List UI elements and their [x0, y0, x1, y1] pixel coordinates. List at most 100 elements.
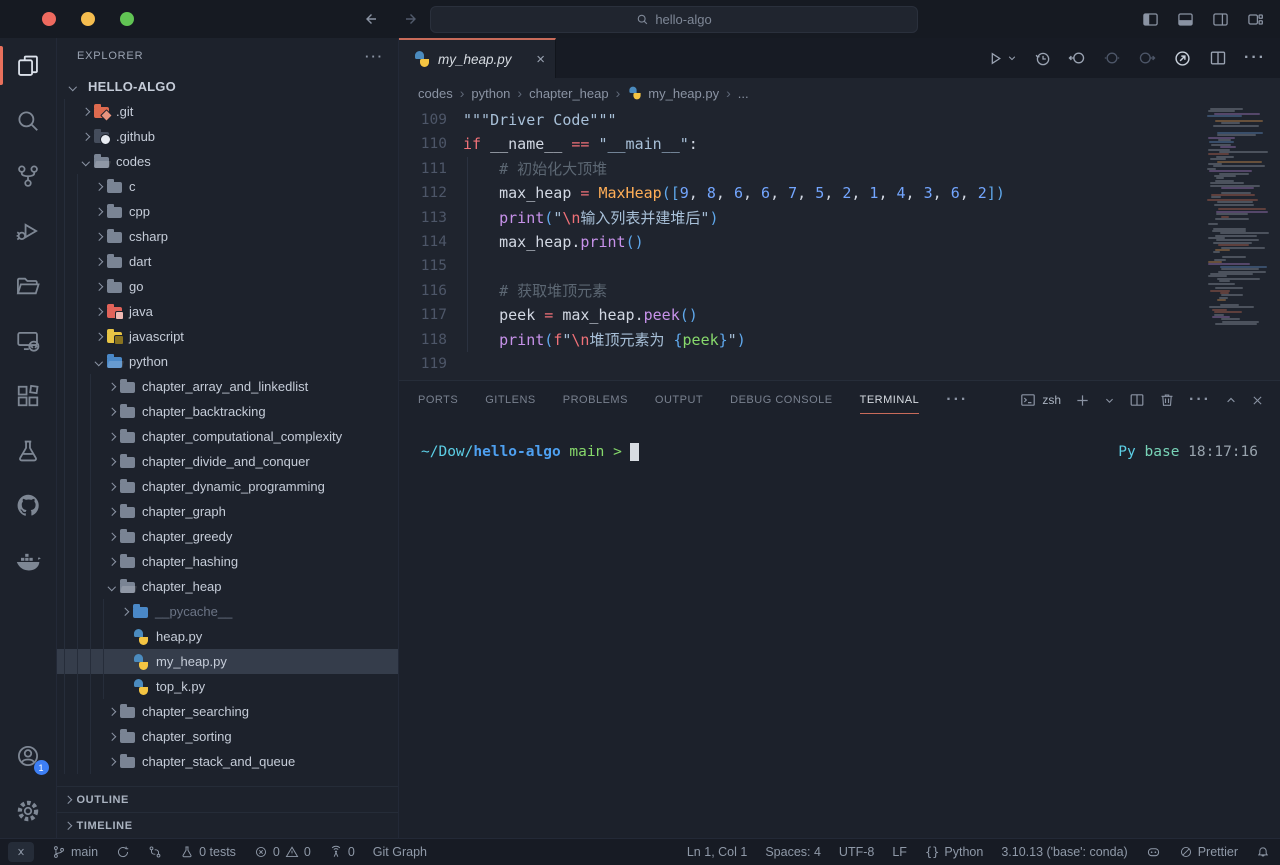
tree-item-chapter_heap[interactable]: chapter_heap [57, 574, 398, 599]
shell-name[interactable]: zsh [1042, 393, 1061, 407]
accounts-icon[interactable]: 1 [0, 728, 57, 783]
tree-item-.git[interactable]: .git [57, 99, 398, 124]
kill-terminal-trash-icon[interactable] [1159, 392, 1175, 408]
tree-item-top_k.py[interactable]: top_k.py [57, 674, 398, 699]
navigate-back-icon[interactable] [362, 11, 378, 27]
panel-tab-problems[interactable]: PROBLEMS [563, 381, 628, 419]
timeline-history-icon[interactable] [1034, 50, 1051, 67]
tests-item[interactable]: 0 tests [180, 845, 236, 859]
panel-tab-gitlens[interactable]: GITLENS [485, 381, 536, 419]
tree-item-dart[interactable]: dart [57, 249, 398, 274]
tree-item-chapter_computational_complexity[interactable]: chapter_computational_complexity [57, 424, 398, 449]
gitlens-compare-item[interactable] [148, 845, 162, 859]
testing-icon[interactable] [0, 423, 57, 478]
toggle-primary-sidebar-icon[interactable] [1142, 11, 1159, 28]
split-terminal-icon[interactable] [1129, 392, 1145, 408]
tree-item-chapter_graph[interactable]: chapter_graph [57, 499, 398, 524]
extensions-icon[interactable] [0, 368, 57, 423]
toggle-secondary-sidebar-icon[interactable] [1212, 11, 1229, 28]
navigate-forward-icon[interactable] [404, 11, 420, 27]
close-window-button[interactable] [42, 12, 56, 26]
tree-item-cpp[interactable]: cpp [57, 199, 398, 224]
zoom-window-button[interactable] [120, 12, 134, 26]
tree-item-java[interactable]: java [57, 299, 398, 324]
tree-item-chapter_sorting[interactable]: chapter_sorting [57, 724, 398, 749]
terminal-view[interactable]: ~/Dow/hello-algo main > Py base 18:17:16 [399, 419, 1280, 838]
indentation-item[interactable]: Spaces: 4 [765, 845, 821, 859]
toggle-panel-icon[interactable] [1177, 11, 1194, 28]
minimize-window-button[interactable] [81, 12, 95, 26]
panel-tab-output[interactable]: OUTPUT [655, 381, 703, 419]
breadcrumb-item[interactable]: my_heap.py [627, 85, 719, 101]
python-interpreter-item[interactable]: 3.10.13 ('base': conda) [1001, 845, 1127, 859]
git-branch-item[interactable]: main [52, 845, 98, 859]
tree-item-HELLO-ALGO[interactable]: HELLO-ALGO [57, 74, 398, 99]
notifications-item[interactable] [1256, 845, 1270, 859]
tree-item-chapter_searching[interactable]: chapter_searching [57, 699, 398, 724]
copilot-item[interactable] [1146, 845, 1161, 860]
panel-more-actions-icon[interactable]: ··· [1189, 391, 1211, 409]
encoding-item[interactable]: UTF-8 [839, 845, 874, 859]
panel-tab-debug-console[interactable]: DEBUG CONSOLE [730, 381, 832, 419]
tree-item-my_heap.py[interactable]: my_heap.py [57, 649, 398, 674]
tree-item-python[interactable]: python [57, 349, 398, 374]
code-editor[interactable]: 109"""Driver Code"""110if __name__ == "_… [399, 108, 1280, 380]
tree-item-chapter_array_and_linkedlist[interactable]: chapter_array_and_linkedlist [57, 374, 398, 399]
tree-item-heap.py[interactable]: heap.py [57, 624, 398, 649]
tab-my-heap[interactable]: my_heap.py × [399, 38, 556, 78]
source-control-icon[interactable] [0, 148, 57, 203]
tree-item-chapter_dynamic_programming[interactable]: chapter_dynamic_programming [57, 474, 398, 499]
eol-item[interactable]: LF [892, 845, 907, 859]
minimap[interactable] [1206, 108, 1274, 348]
command-center-search[interactable]: hello-algo [430, 6, 918, 33]
tree-item-csharp[interactable]: csharp [57, 224, 398, 249]
tree-item-chapter_stack_and_queue[interactable]: chapter_stack_and_queue [57, 749, 398, 774]
panel-more-tabs-icon[interactable]: ··· [946, 391, 968, 409]
breadcrumb-item[interactable]: ... [738, 86, 749, 101]
outline-section[interactable]: OUTLINE [57, 786, 398, 812]
breadcrumb-item[interactable]: python [471, 86, 510, 101]
terminal-dropdown-icon[interactable] [1104, 395, 1115, 406]
docker-icon[interactable] [0, 533, 57, 588]
tree-item-.github[interactable]: .github [57, 124, 398, 149]
customize-layout-icon[interactable] [1247, 11, 1264, 28]
tree-item-chapter_greedy[interactable]: chapter_greedy [57, 524, 398, 549]
problems-item[interactable]: 00 [254, 845, 311, 859]
search-icon[interactable] [0, 93, 57, 148]
tree-item-chapter_hashing[interactable]: chapter_hashing [57, 549, 398, 574]
sync-changes-item[interactable] [116, 845, 130, 859]
tree-item-chapter_divide_and_conquer[interactable]: chapter_divide_and_conquer [57, 449, 398, 474]
gitlens-previous-change-icon[interactable] [1068, 49, 1086, 67]
explorer-actions-icon[interactable]: ··· [365, 49, 384, 64]
timeline-section[interactable]: TIMELINE [57, 812, 398, 838]
git-graph-item[interactable]: Git Graph [373, 845, 427, 859]
tree-item-chapter_backtracking[interactable]: chapter_backtracking [57, 399, 398, 424]
gitlens-open-graph-icon[interactable] [1173, 49, 1192, 68]
ports-forwarded-item[interactable]: 0 [329, 845, 355, 859]
gitlens-changes-icon[interactable] [1103, 49, 1121, 67]
folders-icon[interactable] [0, 258, 57, 313]
tree-item-go[interactable]: go [57, 274, 398, 299]
breadcrumb-item[interactable]: chapter_heap [529, 86, 609, 101]
editor-more-actions-icon[interactable]: ··· [1244, 49, 1266, 67]
run-python-file-button[interactable] [987, 50, 1017, 67]
github-icon[interactable] [0, 478, 57, 533]
panel-tab-terminal[interactable]: TERMINAL [860, 381, 920, 419]
split-editor-icon[interactable] [1209, 49, 1227, 67]
remote-indicator-item[interactable] [8, 842, 34, 862]
explorer-icon[interactable] [0, 38, 57, 93]
cursor-position-item[interactable]: Ln 1, Col 1 [687, 845, 747, 859]
language-mode-item[interactable]: {}Python [925, 845, 983, 859]
tree-item-c[interactable]: c [57, 174, 398, 199]
tree-item-javascript[interactable]: javascript [57, 324, 398, 349]
maximize-panel-icon[interactable] [1225, 394, 1237, 406]
breadcrumb-item[interactable]: codes [418, 86, 453, 101]
new-terminal-icon[interactable] [1075, 393, 1090, 408]
prettier-item[interactable]: Prettier [1179, 845, 1238, 859]
close-tab-icon[interactable]: × [536, 51, 545, 68]
tree-item-__pycache__[interactable]: __pycache__ [57, 599, 398, 624]
panel-tab-ports[interactable]: PORTS [418, 381, 458, 419]
gitlens-next-change-icon[interactable] [1138, 49, 1156, 67]
remote-explorer-icon[interactable] [0, 313, 57, 368]
close-panel-icon[interactable] [1251, 394, 1264, 407]
